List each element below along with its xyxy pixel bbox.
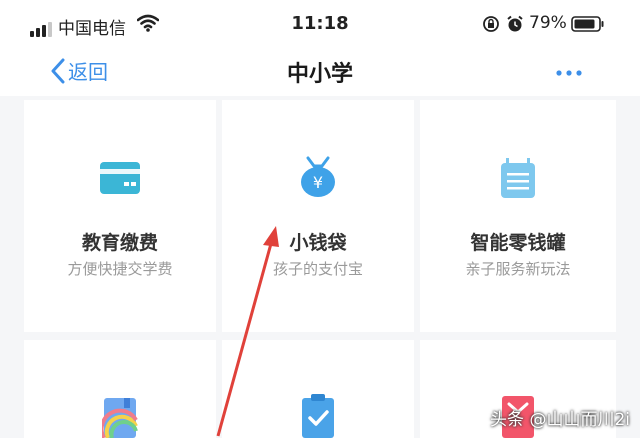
red-arrow-icon xyxy=(216,226,279,437)
watermark: 头条 @山山而川2i xyxy=(490,410,630,430)
